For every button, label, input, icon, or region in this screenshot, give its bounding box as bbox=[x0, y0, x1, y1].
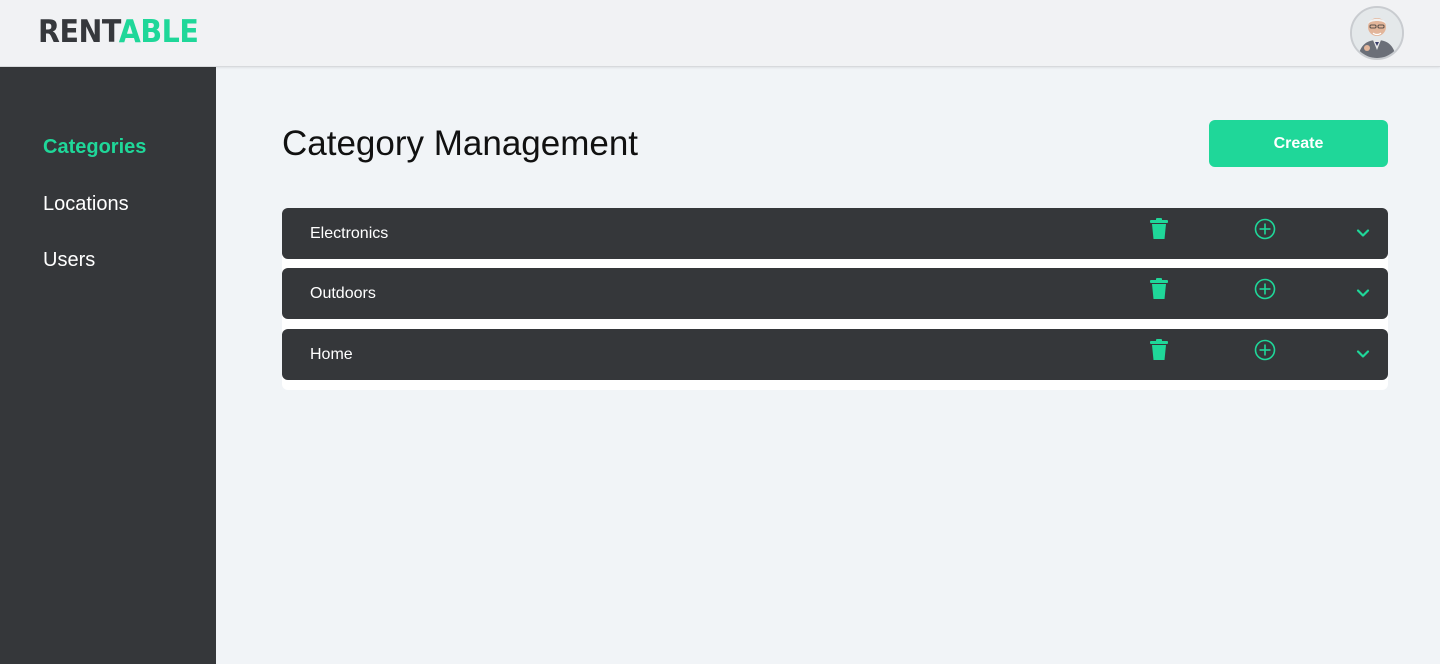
rentable-logo[interactable]: RENTABLE bbox=[38, 13, 199, 51]
chevron-down-icon[interactable] bbox=[1356, 228, 1370, 238]
sidebar: Categories Locations Users bbox=[0, 67, 216, 664]
top-bar: RENTABLE bbox=[0, 0, 1440, 67]
trash-icon[interactable] bbox=[1150, 218, 1168, 240]
add-circle-icon[interactable] bbox=[1254, 278, 1276, 300]
user-avatar[interactable] bbox=[1350, 6, 1404, 60]
trash-icon[interactable] bbox=[1150, 278, 1168, 300]
chevron-down-icon[interactable] bbox=[1356, 349, 1370, 359]
add-circle-icon[interactable] bbox=[1254, 339, 1276, 361]
category-row-electronics[interactable]: Electronics bbox=[282, 208, 1388, 259]
trash-icon[interactable] bbox=[1150, 339, 1168, 361]
sidebar-item-categories[interactable]: Categories bbox=[43, 135, 146, 159]
logo-text-able: ABLE bbox=[118, 14, 199, 50]
add-circle-icon[interactable] bbox=[1254, 218, 1276, 240]
category-name: Outdoors bbox=[310, 285, 376, 302]
logo-text-rent: RENT bbox=[38, 14, 119, 50]
avatar-image bbox=[1352, 8, 1402, 58]
sidebar-item-users[interactable]: Users bbox=[43, 248, 95, 272]
category-row-home[interactable]: Home bbox=[282, 329, 1388, 380]
category-name: Home bbox=[310, 346, 353, 363]
create-button[interactable]: Create bbox=[1209, 120, 1388, 167]
category-name: Electronics bbox=[310, 225, 389, 242]
sidebar-item-locations[interactable]: Locations bbox=[43, 192, 129, 216]
category-row-outdoors[interactable]: Outdoors bbox=[282, 268, 1388, 319]
chevron-down-icon[interactable] bbox=[1356, 288, 1370, 298]
page-title: Category Management bbox=[282, 124, 639, 163]
